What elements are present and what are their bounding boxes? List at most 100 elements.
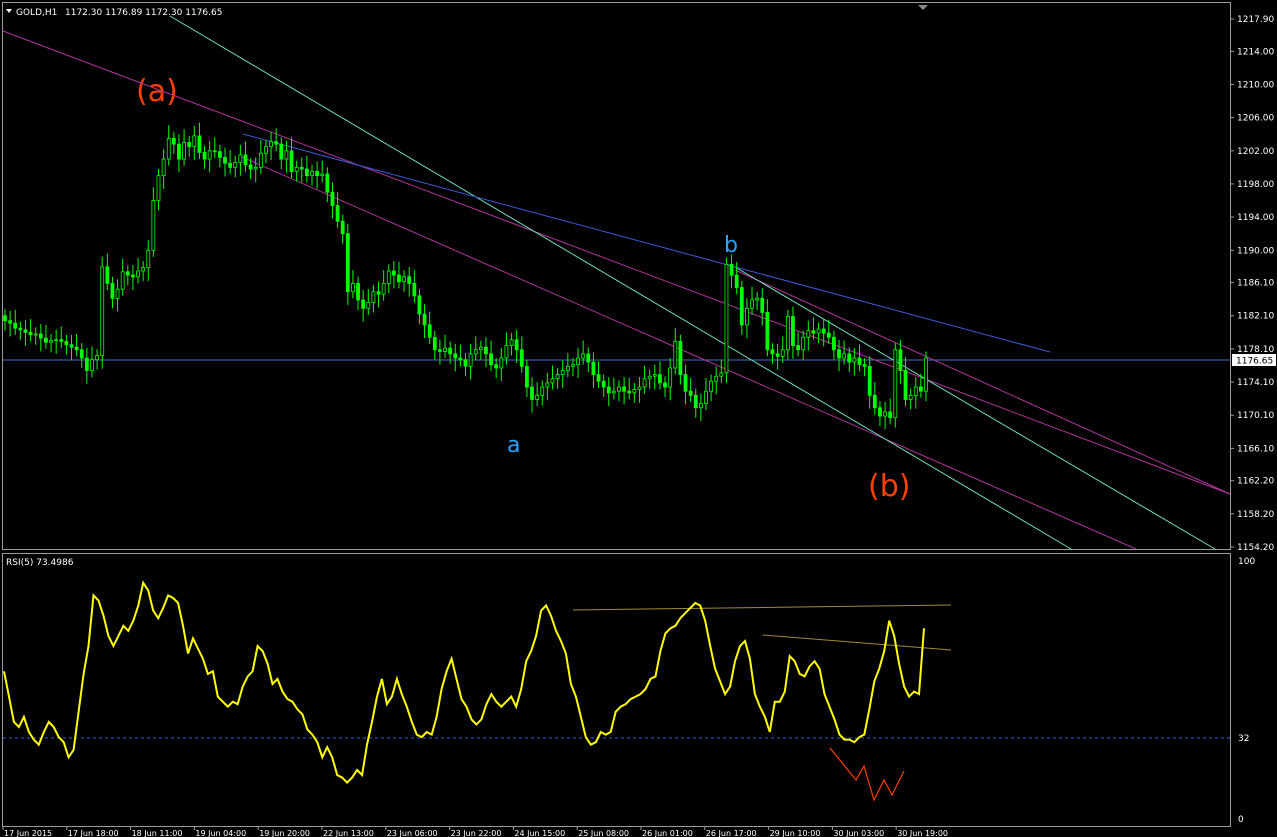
time-tick-label: 18 Jun 11:00: [132, 829, 183, 837]
candle-body: [473, 349, 478, 355]
rsi-divergence-zigzag[interactable]: [829, 747, 905, 802]
candle-body: [95, 355, 99, 361]
candle-body: [38, 333, 43, 339]
candle-body: [816, 328, 821, 334]
candle-body: [8, 320, 13, 324]
candle-body: [115, 288, 120, 299]
candle-body: [294, 166, 299, 172]
candle-body: [69, 344, 74, 348]
candle-body: [688, 390, 693, 396]
candle-body: [606, 386, 611, 394]
price-tick-label: 1194.00: [1237, 213, 1274, 223]
candle-body: [785, 316, 790, 351]
cyan-trendline-b[interactable]: [734, 266, 1216, 550]
candle-body: [59, 339, 64, 342]
candle-body: [709, 380, 713, 392]
candle-body: [617, 386, 621, 392]
candle-body: [530, 386, 534, 400]
trendlines[interactable]: [2, 15, 1231, 802]
candle-body: [171, 137, 176, 145]
wave-label-a-upper: (a): [136, 74, 178, 109]
chart-window[interactable]: GOLD,H1 1172.30 1176.89 1172.30 1176.65 …: [0, 0, 1277, 837]
candle-body: [509, 339, 514, 346]
candle-body: [325, 173, 330, 193]
candle-body: [187, 142, 192, 148]
price-panel-frame: [2, 2, 1231, 550]
cyan-trendline-upper[interactable]: [169, 15, 1072, 550]
candle-body: [478, 346, 483, 351]
candle-body: [3, 315, 7, 322]
price-tick-label: 1162.20: [1237, 477, 1274, 487]
wave-label-b-upper: (b): [868, 469, 910, 504]
magenta-trendline-lower[interactable]: [241, 156, 1137, 550]
candle-body: [335, 205, 340, 222]
candle-body: [166, 137, 171, 160]
candle-body: [806, 330, 811, 338]
candle-body: [146, 249, 151, 269]
candle-body: [279, 143, 284, 160]
candle-body: [228, 162, 233, 168]
candle-body: [770, 349, 775, 355]
candle-body: [90, 359, 94, 371]
time-tick-label: 22 Jun 13:00: [323, 829, 374, 837]
candle-body: [745, 307, 749, 326]
candle-body: [248, 164, 253, 170]
rsi-line: [3, 580, 925, 785]
candle-body: [412, 283, 417, 297]
time-tick-label: 24 Jun 15:00: [514, 829, 565, 837]
candle-body: [223, 157, 227, 164]
menu-triangle-icon[interactable]: [6, 9, 12, 13]
candle-body: [304, 168, 309, 177]
candle-body: [581, 353, 586, 359]
time-tick-label: 19 Jun 04:00: [195, 829, 246, 837]
candle-body: [422, 313, 427, 326]
magenta-trendline-b[interactable]: [734, 269, 1231, 495]
candle-body: [811, 330, 816, 334]
candle-body: [458, 357, 463, 361]
chart-canvas[interactable]: GOLD,H1 1172.30 1176.89 1172.30 1176.65 …: [0, 0, 1277, 837]
candle-body: [908, 394, 913, 400]
candle-body: [320, 173, 325, 177]
rsi-trendline-upper[interactable]: [572, 604, 952, 611]
candle-body: [49, 340, 53, 343]
time-tick-label: 17 Jun 2015: [4, 829, 52, 837]
candle-body: [238, 154, 243, 163]
current-price-label: 1176.65: [1236, 357, 1273, 367]
candle-body: [668, 367, 673, 388]
blue-trendline[interactable]: [242, 133, 1051, 353]
candle-body: [560, 370, 565, 375]
ohlc-label: 1172.30 1176.89 1172.30 1176.65: [65, 8, 222, 18]
candle-body: [391, 270, 396, 276]
time-tick-label: 30 Jun 19:00: [897, 829, 948, 837]
candle-body: [131, 274, 135, 278]
time-tick-label: 30 Jun 03:00: [833, 829, 884, 837]
candle-body: [197, 135, 202, 153]
candle-body: [212, 150, 217, 153]
magenta-trendline-upper[interactable]: [2, 30, 1231, 495]
candle-body: [74, 346, 79, 351]
candle-body: [693, 394, 698, 409]
candle-body: [499, 357, 504, 369]
price-tick-label: 1198.00: [1237, 180, 1274, 190]
candle-body: [289, 150, 294, 172]
candle-body: [397, 274, 401, 283]
rsi-layer: [3, 580, 925, 785]
rsi-level-32: 32: [1238, 734, 1249, 744]
candle-body: [386, 270, 391, 284]
shift-marker-icon[interactable]: [918, 5, 928, 10]
candle-body: [120, 271, 125, 290]
candle-body: [658, 374, 662, 384]
candle-body: [913, 386, 918, 396]
candle-body: [64, 341, 69, 346]
candle-body: [284, 150, 289, 160]
candle-body: [417, 295, 422, 315]
candle-body: [576, 357, 580, 366]
candle-body: [525, 365, 529, 388]
candle-body: [734, 274, 739, 288]
time-tick-label: 26 Jun 01:00: [642, 829, 693, 837]
price-tick-label: 1182.10: [1237, 312, 1274, 322]
candle-body: [647, 375, 652, 380]
candle-body: [243, 154, 248, 166]
candle-body: [596, 374, 601, 382]
candle-body: [125, 271, 130, 276]
